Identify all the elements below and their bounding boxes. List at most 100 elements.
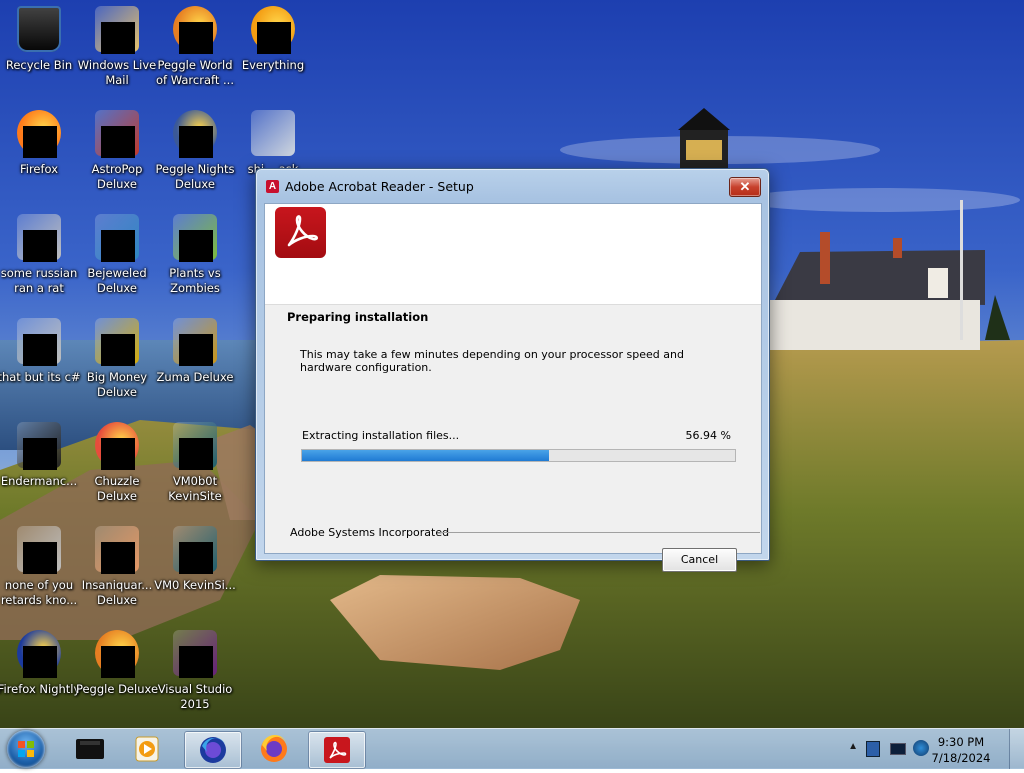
redaction-box [179, 438, 213, 470]
desktop-icon[interactable]: some russian ran a rat [0, 208, 78, 308]
redaction-box [179, 230, 213, 262]
redaction-box [23, 542, 57, 574]
desktop-icon[interactable]: Plants vs Zombies [156, 208, 234, 308]
taskbar-firefox-icon[interactable] [246, 731, 302, 767]
desktop-icon[interactable]: Firefox Nightly [0, 624, 81, 724]
cancel-button[interactable]: Cancel [662, 548, 737, 572]
desktop-icon-label: some russian ran a rat [0, 266, 78, 295]
desktop-icon[interactable]: Big Money Deluxe [78, 312, 156, 412]
company-name: Adobe Systems Incorporated [290, 526, 450, 539]
redaction-box [101, 646, 135, 678]
shortcut-icon [13, 524, 65, 576]
taskbar-media-player-icon[interactable] [120, 731, 176, 767]
taskbar-app-black-icon[interactable] [62, 731, 118, 767]
desktop-icon-label: Plants vs Zombies [169, 266, 221, 295]
peggle-nights-icon [169, 108, 221, 160]
acrobat-logo-icon [275, 207, 326, 258]
desktop-icon[interactable]: none of you retards kno... [0, 520, 78, 620]
firefox-icon [13, 108, 65, 160]
redaction-box [23, 230, 57, 262]
redaction-box [179, 126, 213, 158]
desktop-icon[interactable]: Peggle Deluxe [76, 624, 158, 724]
desktop-icon-label: Firefox Nightly [0, 682, 81, 696]
step-description: This may take a few minutes depending on… [300, 348, 684, 374]
desktop-icon-label: Windows Live Mail [77, 58, 157, 87]
desktop-icon-label: Peggle Nights Deluxe [155, 162, 235, 191]
desktop-icon[interactable]: AstroPop Deluxe [78, 104, 156, 204]
zuma-icon [169, 316, 221, 368]
desktop-icon[interactable]: Zuma Deluxe [156, 312, 234, 412]
shortcut-icon [13, 212, 65, 264]
dialog-titlebar[interactable]: A Adobe Acrobat Reader - Setup ✕ [256, 169, 769, 203]
redaction-box [101, 126, 135, 158]
windows-logo-icon [18, 741, 34, 757]
redaction-box [101, 334, 135, 366]
show-desktop-button[interactable] [1009, 729, 1024, 769]
desktop-icon[interactable]: Peggle Nights Deluxe [155, 104, 235, 204]
close-button[interactable]: ✕ [729, 177, 761, 197]
dialog-header [265, 204, 761, 304]
desktop-icon[interactable]: Windows Live Mail [78, 0, 156, 100]
astropop-icon [91, 108, 143, 160]
desktop-icon-label: Zuma Deluxe [156, 370, 234, 384]
desktop-icon[interactable]: VM0b0t KevinSite [156, 416, 234, 516]
company-divider [440, 532, 760, 533]
folder-icon [247, 108, 299, 160]
desktop-icon-label: Chuzzle Deluxe [94, 474, 140, 503]
firefox-nightly-icon [13, 628, 65, 680]
taskbar: ▲ 9:30 PM 7/18/2024 [0, 728, 1024, 769]
pvz-icon [169, 212, 221, 264]
setup-dialog-window: A Adobe Acrobat Reader - Setup ✕ Prepari… [255, 168, 770, 572]
bejeweled-icon [91, 212, 143, 264]
dialog-client-area: Preparing installation This may take a f… [264, 203, 762, 572]
desktop-icon[interactable]: VM0 KevinSi... [154, 520, 236, 620]
desktop-icon-label: Endermanc... [0, 474, 78, 488]
tray-clock-date[interactable]: 7/18/2024 [926, 751, 996, 765]
redaction-box [23, 438, 57, 470]
tray-expand-icon[interactable]: ▲ [848, 741, 858, 752]
big-money-icon [91, 316, 143, 368]
redaction-box [23, 126, 57, 158]
taskbar-firefox-nightly-icon[interactable] [184, 731, 242, 769]
tray-monitor-icon[interactable] [890, 743, 906, 755]
desktop-icon[interactable]: Chuzzle Deluxe [78, 416, 156, 516]
desktop-icon[interactable]: Firefox [0, 104, 78, 204]
redaction-box [23, 646, 57, 678]
start-button[interactable] [7, 730, 45, 768]
desktop-icon[interactable]: Everything [234, 0, 312, 100]
peggle-wow-icon [169, 4, 221, 56]
tray-network-flag-icon[interactable] [866, 741, 880, 757]
mail-icon [91, 4, 143, 56]
redaction-box [257, 22, 291, 54]
desktop-icon[interactable]: Visual Studio 2015 [156, 624, 234, 724]
progress-label: Extracting installation files... [302, 429, 460, 442]
desktop-icon[interactable]: Peggle World of Warcraft ... [156, 0, 234, 100]
peggle-icon [91, 628, 143, 680]
desktop-icon-label: Recycle Bin [5, 58, 73, 72]
desktop-icon-label: Insaniquar... Deluxe [81, 578, 153, 607]
desktop-icon[interactable]: Recycle Bin [0, 0, 78, 100]
step-title: Preparing installation [287, 310, 429, 324]
desktop-icon[interactable]: Bejeweled Deluxe [78, 208, 156, 308]
visual-studio-icon [169, 628, 221, 680]
desktop-icon[interactable]: Endermanc... [0, 416, 78, 516]
desktop-icon[interactable]: Insaniquar... Deluxe [78, 520, 156, 620]
redaction-box [101, 22, 135, 54]
icon-artwork [17, 6, 61, 52]
taskbar-acrobat-icon[interactable] [308, 731, 366, 769]
desktop-icon-label: Bejeweled Deluxe [87, 266, 147, 295]
vm-icon [169, 420, 221, 472]
insaniquarium-icon [91, 524, 143, 576]
progress-percent: 56.94 % [685, 429, 731, 442]
icon-artwork [251, 110, 295, 156]
vm-icon [169, 524, 221, 576]
redaction-box [101, 230, 135, 262]
desktop-icon-label: that but its c# [0, 370, 81, 384]
redaction-box [101, 438, 135, 470]
redaction-box [179, 542, 213, 574]
desktop-icon-label: AstroPop Deluxe [91, 162, 143, 191]
tray-clock-time[interactable]: 9:30 PM [926, 735, 996, 749]
desktop-icon-label: Big Money Deluxe [86, 370, 148, 399]
redaction-box [179, 646, 213, 678]
desktop-icon[interactable]: that but its c# [0, 312, 81, 412]
